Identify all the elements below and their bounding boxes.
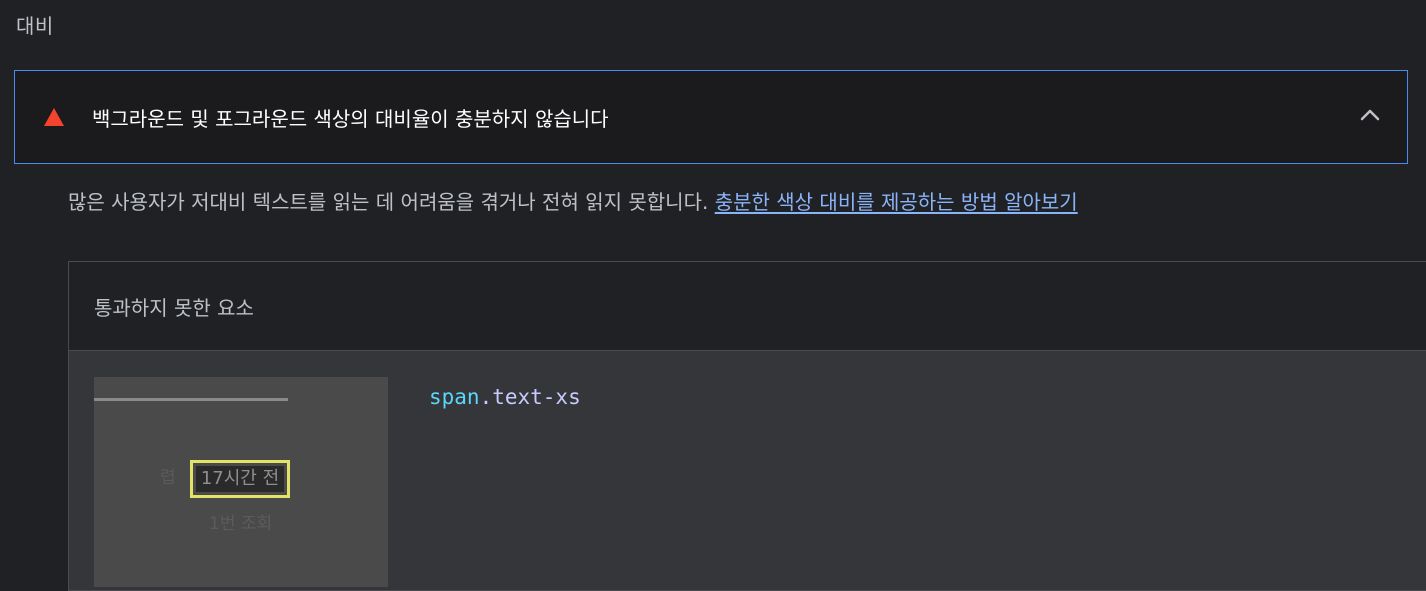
failing-element-row[interactable]: 렵 17시간 전 1번 조회 span.text-xs	[69, 351, 1426, 590]
selector-tag: span	[429, 385, 480, 409]
description-text: 많은 사용자가 저대비 텍스트를 읽는 데 어려움을 겪거나 전혀 읽지 못합니…	[68, 190, 715, 214]
thumbnail-faded-text: 렵	[160, 468, 176, 488]
audit-title: 백그라운드 및 포그라운드 색상의 대비율이 충분하지 않습니다	[92, 106, 609, 131]
highlighted-element-text: 17시간 전	[196, 466, 284, 492]
thumbnail-divider	[94, 398, 288, 401]
failing-elements-panel: 통과하지 못한 요소 렵 17시간 전 1번 조회 span.text-xs	[68, 261, 1426, 591]
selector-class: .text-xs	[479, 385, 581, 409]
audit-header-contrast[interactable]: 백그라운드 및 포그라운드 색상의 대비율이 충분하지 않습니다	[14, 70, 1408, 164]
element-highlight-box: 17시간 전	[190, 460, 290, 498]
section-title: 대비	[16, 14, 54, 38]
failing-elements-header: 통과하지 못한 요소	[69, 262, 1426, 351]
fail-triangle-icon	[43, 107, 65, 127]
learn-more-link[interactable]: 충분한 색상 대비를 제공하는 방법 알아보기	[715, 190, 1078, 214]
chevron-up-icon[interactable]	[1359, 107, 1381, 121]
element-selector[interactable]: span.text-xs	[429, 385, 581, 409]
audit-description: 많은 사용자가 저대비 텍스트를 읽는 데 어려움을 겪거나 전혀 읽지 못합니…	[68, 186, 1078, 215]
element-screenshot-thumbnail: 렵 17시간 전 1번 조회	[94, 377, 388, 587]
thumbnail-subtext: 1번 조회	[209, 514, 273, 534]
